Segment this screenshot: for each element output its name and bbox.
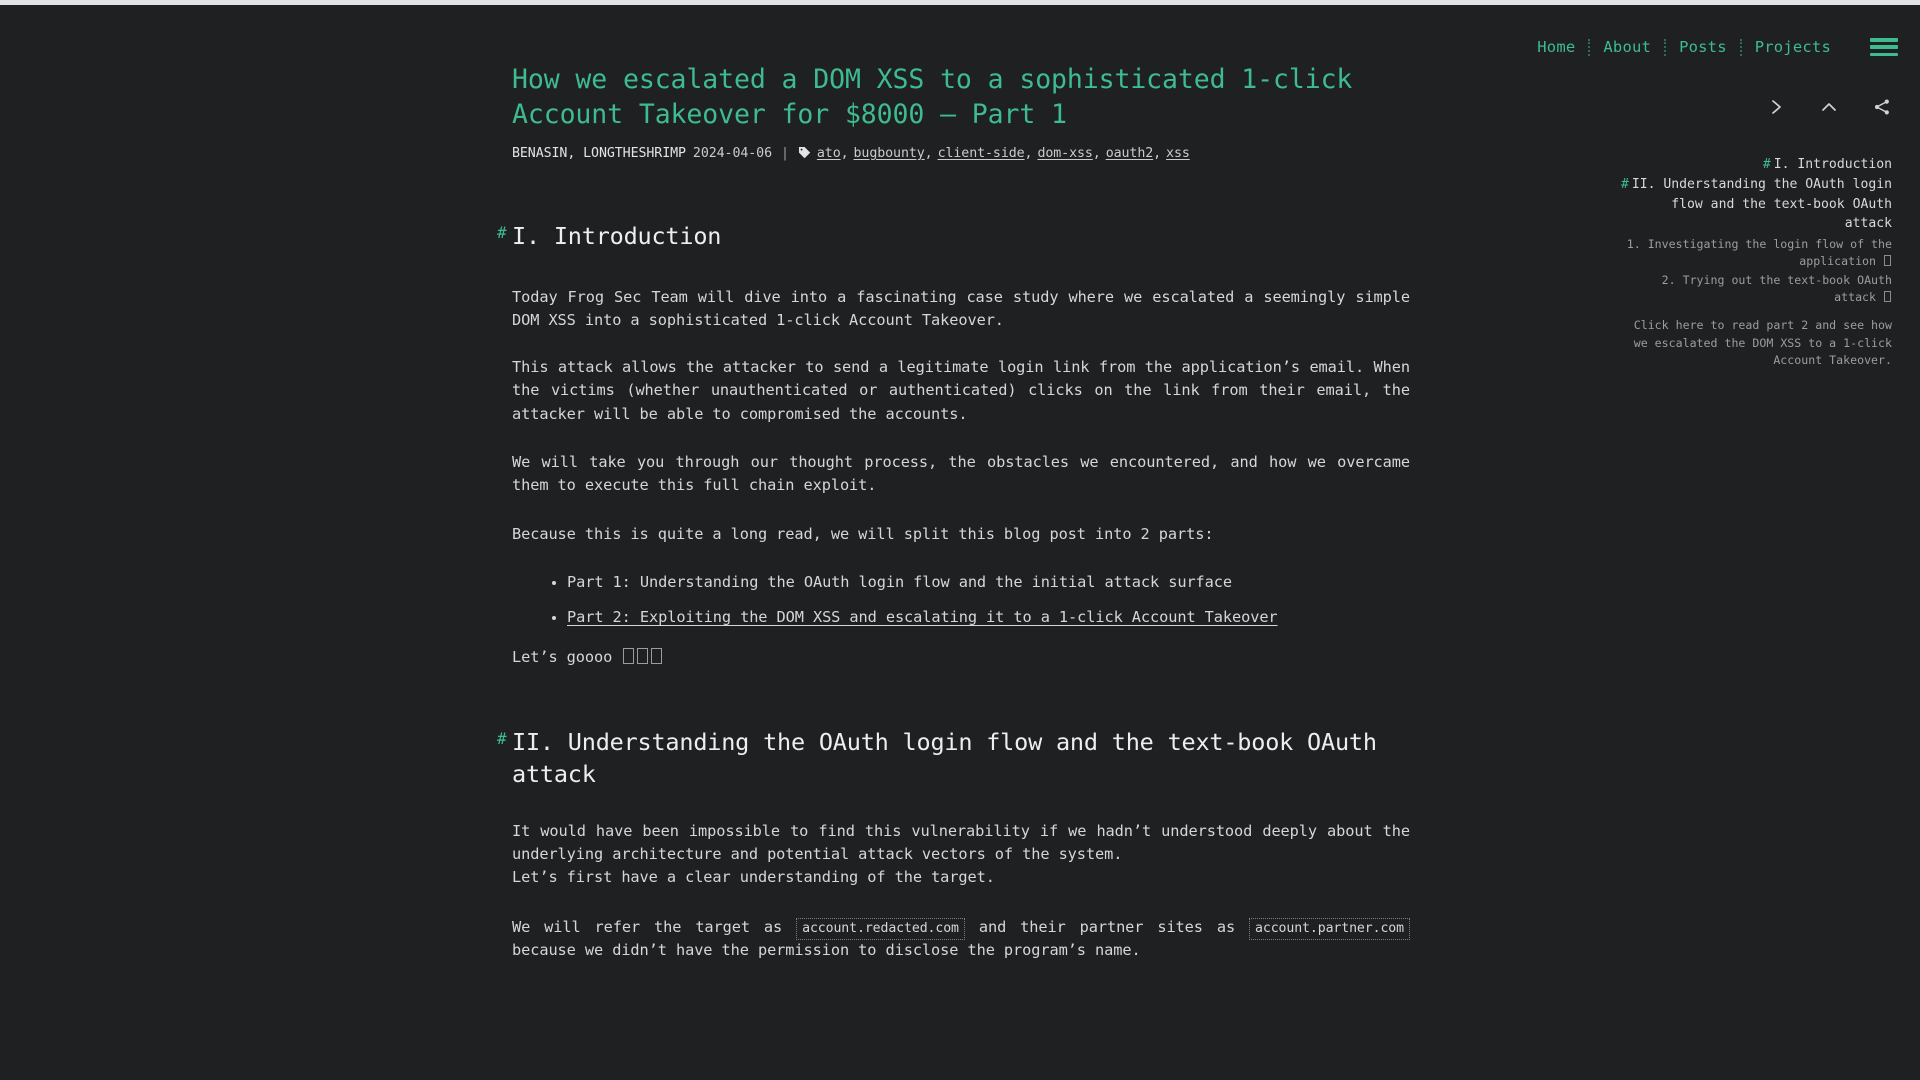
missing-glyph-icon — [1884, 254, 1891, 266]
tag-comma: , — [924, 145, 933, 161]
code-span-partner-domain: account.partner.com — [1249, 917, 1410, 940]
tag-link-dom-xss[interactable]: dom-xss — [1037, 146, 1092, 161]
post-date: 2024-04-06 — [692, 145, 772, 161]
article-content: How we escalated a DOM XSS to a sophisti… — [497, 63, 1410, 963]
toc-item-introduction[interactable]: # I. Introduction — [1620, 155, 1892, 174]
tag-link-ato[interactable]: ato — [817, 146, 841, 161]
section-heading-introduction: # I. Introduction — [497, 221, 722, 250]
top-navigation: Home About Posts Projects — [1524, 35, 1898, 59]
tag-comma: , — [1024, 145, 1033, 161]
paragraph: Because this is quite a long read, we wi… — [512, 525, 1214, 544]
tag-comma: , — [1153, 145, 1162, 161]
chevron-right-icon[interactable] — [1766, 97, 1786, 117]
table-of-contents: # I. Introduction # II. Understanding the … — [1620, 155, 1892, 369]
post-authors: BENASIN, LONGTHESHRIMP — [512, 145, 686, 161]
toc-subitem-investigating-login-flow[interactable]: 1. Investigating the login flow of the a… — [1620, 236, 1892, 270]
tag-link-xss[interactable]: xss — [1166, 146, 1190, 161]
missing-glyph-icon — [636, 648, 648, 665]
tag-comma: , — [840, 145, 849, 161]
section-heading-oauth-flow: # II. Understanding the OAuth login flow … — [497, 728, 1377, 789]
missing-glyph-icon — [622, 648, 634, 665]
heading-anchor-icon[interactable]: # — [497, 728, 507, 750]
missing-glyph-icon — [1884, 290, 1891, 302]
hamburger-icon[interactable] — [1870, 36, 1898, 58]
nav-item-projects[interactable]: Projects — [1742, 36, 1844, 58]
nav-item-posts[interactable]: Posts — [1666, 36, 1740, 58]
parts-list: Part 1: Understanding the OAuth login fl… — [552, 571, 1410, 630]
chevron-up-icon[interactable] — [1819, 97, 1839, 117]
toc-hash-icon: # — [1620, 177, 1629, 193]
paragraph: This attack allows the attacker to send … — [512, 358, 1410, 423]
heading-anchor-icon[interactable]: # — [497, 222, 507, 244]
paragraph-with-code: We will refer the target as account.reda… — [512, 916, 1410, 963]
nav-item-about[interactable]: About — [1590, 36, 1664, 58]
part-two-link[interactable]: Part 2: Exploiting the DOM XSS and escal… — [567, 608, 1278, 626]
tag-comma: , — [1092, 145, 1101, 161]
list-item: Part 1: Understanding the OAuth login fl… — [552, 571, 1410, 594]
paragraph: Today Frog Sec Team will dive into a fas… — [512, 287, 1410, 329]
toc-item-oauth-flow[interactable]: # II. Understanding the OAuth login flow … — [1620, 175, 1892, 233]
missing-glyph-icon — [650, 648, 662, 665]
toc-part-two-note[interactable]: Click here to read part 2 and see how we… — [1620, 317, 1892, 369]
nav-item-home[interactable]: Home — [1524, 36, 1588, 58]
share-icon[interactable] — [1872, 97, 1892, 117]
toc-hash-icon: # — [1762, 157, 1771, 172]
meta-separator: | — [780, 145, 789, 161]
article-action-icons — [1766, 97, 1892, 117]
toc-subitem-textbook-oauth-attack[interactable]: 2. Trying out the text-book OAuth attack — [1620, 272, 1892, 306]
tag-link-bugbounty[interactable]: bugbounty — [854, 146, 925, 161]
list-item: Part 2: Exploiting the DOM XSS and escal… — [552, 606, 1410, 629]
paragraph: We will take you through our thought pro… — [512, 452, 1410, 495]
paragraph: It would have been impossible to find th… — [512, 821, 1410, 864]
page-root: Home About Posts Projects # I. Introduct… — [0, 5, 1920, 1080]
tag-link-client-side[interactable]: client-side — [938, 146, 1025, 161]
post-metadata: BENASIN, LONGTHESHRIMP 2024-04-06 | ato,… — [512, 144, 1410, 161]
closing-line: Let’s goooo — [512, 646, 1410, 669]
tag-link-oauth2[interactable]: oauth2 — [1106, 146, 1154, 161]
paragraph: Let’s first have a clear understanding o… — [512, 868, 995, 887]
code-span-target-domain: account.redacted.com — [796, 917, 965, 940]
tag-icon — [798, 146, 811, 159]
post-title: How we escalated a DOM XSS to a sophisti… — [512, 64, 1353, 130]
